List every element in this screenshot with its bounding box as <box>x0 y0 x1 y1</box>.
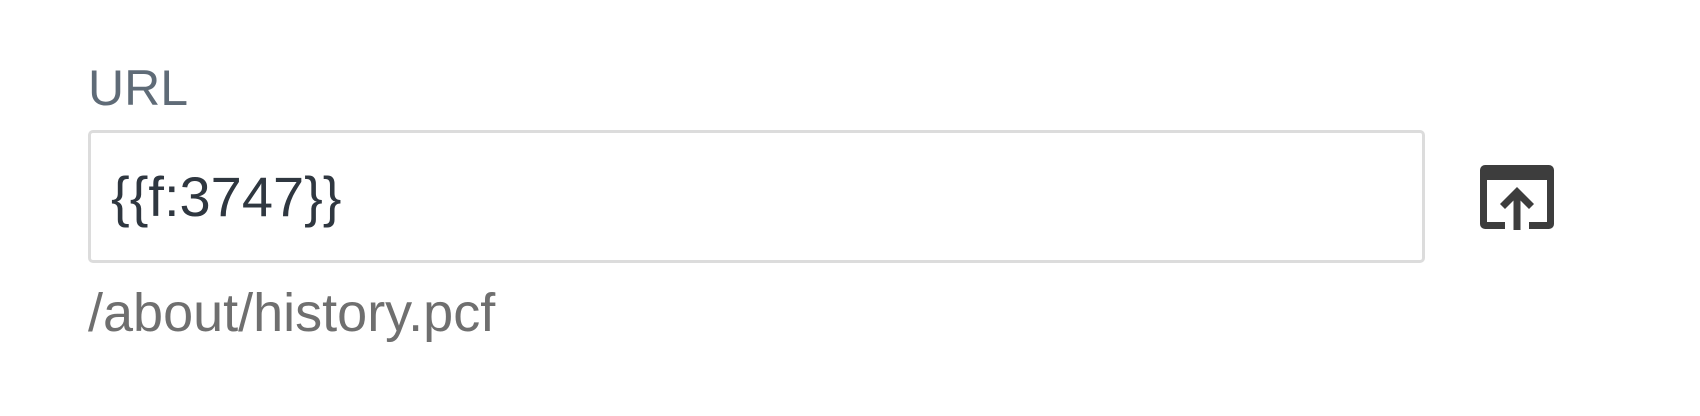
url-input[interactable] <box>88 130 1425 263</box>
url-input-row <box>88 130 1588 263</box>
select-file-button[interactable] <box>1477 161 1557 233</box>
url-field-group: URL /about/history.pcf <box>88 58 1588 345</box>
url-label: URL <box>88 60 189 116</box>
url-path-text: /about/history.pcf <box>88 283 496 343</box>
upload-box-icon <box>1480 164 1554 230</box>
